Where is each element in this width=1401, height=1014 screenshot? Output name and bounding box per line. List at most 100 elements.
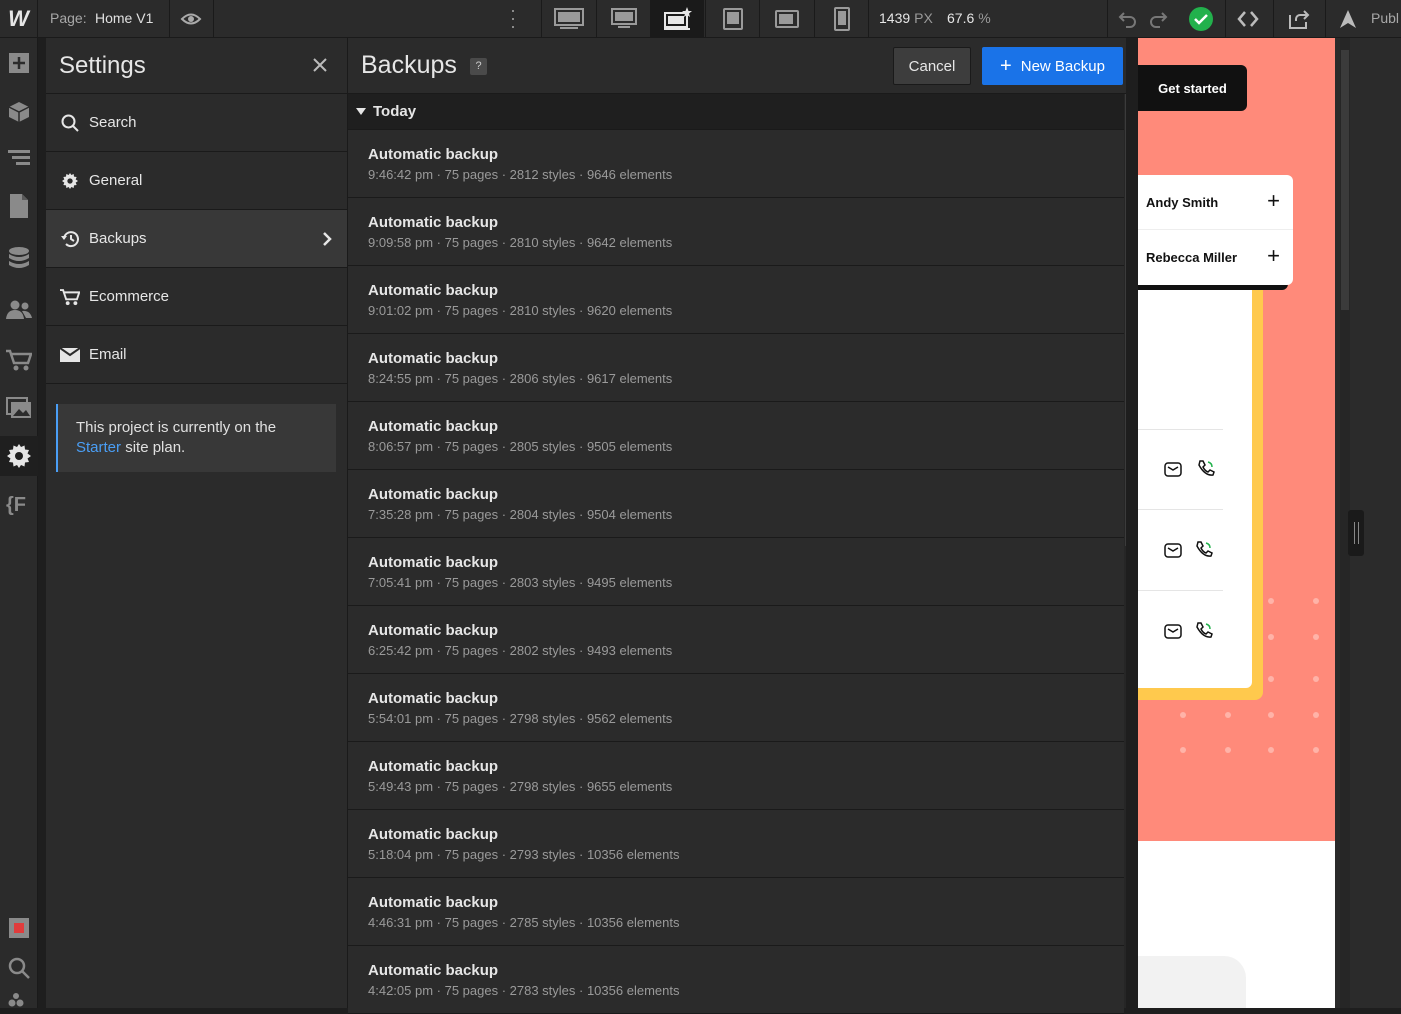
settings-item-label: General bbox=[89, 172, 143, 189]
desktop-base-icon bbox=[663, 7, 692, 30]
backup-details: 9:09:58 pm · 75 pages · 2810 styles · 96… bbox=[368, 235, 673, 250]
find-button[interactable] bbox=[0, 948, 38, 988]
code-icon[interactable] bbox=[1237, 8, 1259, 30]
tablet-button[interactable] bbox=[705, 0, 759, 38]
images-icon bbox=[6, 397, 31, 418]
assets-button[interactable] bbox=[0, 388, 38, 428]
apps-button[interactable] bbox=[0, 990, 38, 1010]
plus-icon[interactable]: + bbox=[1267, 190, 1280, 212]
record-button[interactable] bbox=[0, 908, 38, 948]
export-icon[interactable] bbox=[1288, 8, 1310, 30]
undo-icon[interactable] bbox=[1117, 8, 1139, 30]
add-panel-button[interactable] bbox=[0, 43, 38, 83]
pages-button[interactable] bbox=[0, 186, 38, 226]
webflow-logo-icon[interactable]: W bbox=[0, 0, 38, 38]
zoom-readout[interactable]: 67.6% bbox=[947, 10, 991, 26]
database-icon bbox=[9, 247, 29, 268]
backup-row[interactable]: Automatic backup 6:25:42 pm · 75 pages · … bbox=[348, 606, 1124, 674]
more-dots-icon[interactable]: · · · bbox=[506, 1, 520, 35]
settings-item-ecommerce[interactable]: Ecommerce bbox=[46, 268, 347, 326]
add-icon bbox=[9, 53, 29, 73]
backup-title: Automatic backup bbox=[368, 350, 499, 367]
backup-row[interactable]: Automatic backup 5:49:43 pm · 75 pages · … bbox=[348, 742, 1124, 810]
mobile-portrait-icon bbox=[833, 7, 850, 31]
backup-row[interactable]: Automatic backup 9:46:42 pm · 75 pages · … bbox=[348, 130, 1124, 198]
backup-row[interactable]: Automatic backup 9:01:02 pm · 75 pages · … bbox=[348, 266, 1124, 334]
cube-icon bbox=[8, 102, 30, 122]
backup-row[interactable]: Automatic backup 7:05:41 pm · 75 pages · … bbox=[348, 538, 1124, 606]
phone-icon[interactable] bbox=[1195, 540, 1213, 558]
finsweet-button[interactable]: {F bbox=[0, 484, 38, 524]
phone-icon[interactable] bbox=[1195, 621, 1213, 639]
backup-row[interactable]: Automatic backup 5:54:01 pm · 75 pages · … bbox=[348, 674, 1124, 742]
design-canvas[interactable]: Get started Andy Smith + Rebecca Miller … bbox=[1138, 38, 1335, 1008]
new-backup-button[interactable]: + New Backup bbox=[982, 47, 1123, 85]
backup-title: Automatic backup bbox=[368, 758, 499, 775]
backup-row[interactable]: Automatic backup 8:24:55 pm · 75 pages · … bbox=[348, 334, 1124, 402]
settings-item-backups[interactable]: Backups bbox=[46, 210, 347, 268]
resize-handle[interactable] bbox=[1348, 510, 1364, 556]
contact-row[interactable]: Andy Smith + bbox=[1146, 175, 1286, 230]
navigator-button[interactable] bbox=[0, 138, 38, 178]
mobile-portrait-button[interactable] bbox=[814, 0, 868, 38]
settings-button[interactable] bbox=[0, 436, 38, 476]
desktop-xl-button[interactable] bbox=[541, 0, 595, 38]
backup-row[interactable]: Automatic backup 4:42:05 pm · 75 pages · … bbox=[348, 946, 1124, 1014]
backup-title: Automatic backup bbox=[368, 486, 499, 503]
help-icon[interactable]: ? bbox=[470, 58, 487, 75]
page-selector[interactable]: Home V1 bbox=[95, 10, 153, 26]
plan-text: This project is currently on the bbox=[76, 419, 277, 436]
settings-item-search[interactable]: Search bbox=[46, 94, 347, 152]
redo-icon[interactable] bbox=[1147, 8, 1169, 30]
users-icon bbox=[6, 300, 32, 319]
cms-button[interactable] bbox=[0, 239, 38, 279]
backup-row[interactable]: Automatic backup 5:18:04 pm · 75 pages · … bbox=[348, 810, 1124, 878]
mobile-landscape-button[interactable] bbox=[759, 0, 813, 38]
navigator-icon bbox=[8, 150, 30, 165]
publish-button[interactable]: Publ bbox=[1371, 10, 1399, 26]
canvas-width-readout[interactable]: 1439 PX bbox=[879, 10, 933, 26]
backup-row[interactable]: Automatic backup 7:35:28 pm · 75 pages · … bbox=[348, 470, 1124, 538]
backup-row[interactable]: Automatic backup 4:46:31 pm · 75 pages · … bbox=[348, 878, 1124, 946]
backups-title: Backups bbox=[361, 51, 457, 79]
settings-panel: Settings Search General Backups Ecommerc… bbox=[46, 38, 348, 1008]
contact-row[interactable]: Rebecca Miller + bbox=[1146, 230, 1286, 285]
scrollbar-thumb[interactable] bbox=[1341, 50, 1349, 310]
get-started-button[interactable]: Get started bbox=[1138, 65, 1247, 111]
divider bbox=[213, 0, 214, 38]
backup-row[interactable]: Automatic backup 8:06:57 pm · 75 pages · … bbox=[348, 402, 1124, 470]
backup-title: Automatic backup bbox=[368, 418, 499, 435]
mail-icon[interactable] bbox=[1164, 622, 1182, 640]
pattern-dot bbox=[1268, 676, 1274, 682]
right-panel-edge bbox=[1335, 38, 1401, 1008]
divider bbox=[1325, 0, 1326, 38]
backup-row[interactable]: Automatic backup 9:09:58 pm · 75 pages · … bbox=[348, 198, 1124, 266]
desktop-base-button[interactable] bbox=[650, 0, 704, 38]
backup-details: 7:05:41 pm · 75 pages · 2803 styles · 94… bbox=[368, 575, 673, 590]
publish-rocket-icon[interactable] bbox=[1337, 8, 1359, 30]
settings-item-general[interactable]: General bbox=[46, 152, 347, 210]
plan-link[interactable]: Starter bbox=[76, 439, 121, 456]
phone-icon[interactable] bbox=[1197, 459, 1215, 477]
divider bbox=[1107, 0, 1108, 38]
backup-title: Automatic backup bbox=[368, 622, 499, 639]
desktop-l-button[interactable] bbox=[596, 0, 650, 38]
settings-item-email[interactable]: Email bbox=[46, 326, 347, 384]
mail-icon[interactable] bbox=[1164, 541, 1182, 559]
group-header-today[interactable]: Today bbox=[348, 94, 1126, 130]
settings-title: Settings bbox=[59, 52, 146, 79]
pattern-dot bbox=[1268, 712, 1274, 718]
page-icon bbox=[10, 194, 28, 218]
pattern-dot bbox=[1268, 634, 1274, 640]
gear-icon bbox=[7, 444, 31, 468]
ecommerce-button[interactable] bbox=[0, 340, 38, 380]
close-icon[interactable] bbox=[311, 56, 329, 74]
preview-eye-icon[interactable] bbox=[180, 9, 202, 29]
plus-icon[interactable]: + bbox=[1267, 245, 1280, 267]
divider bbox=[1273, 0, 1274, 38]
users-button[interactable] bbox=[0, 290, 38, 330]
mail-icon[interactable] bbox=[1164, 460, 1182, 478]
left-tool-rail: {F bbox=[0, 38, 38, 1008]
symbols-button[interactable] bbox=[0, 92, 38, 132]
cancel-button[interactable]: Cancel bbox=[893, 47, 971, 85]
